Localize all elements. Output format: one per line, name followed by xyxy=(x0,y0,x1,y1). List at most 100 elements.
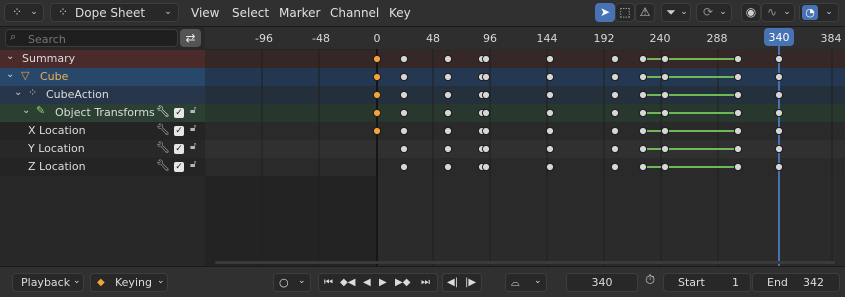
mute-checkbox[interactable]: ✓ xyxy=(174,126,184,136)
keyframe[interactable] xyxy=(443,90,453,100)
channel-summary[interactable]: ⌄ Summary xyxy=(0,50,205,68)
keyframe-selected[interactable] xyxy=(372,54,382,64)
keyframe-selected[interactable] xyxy=(372,72,382,82)
keyframe[interactable] xyxy=(660,108,670,118)
wrench-icon[interactable]: 🔧︎ xyxy=(156,123,170,136)
chevron-down-icon[interactable]: ⌄ xyxy=(14,87,22,98)
keyframe[interactable] xyxy=(733,108,743,118)
keyframe[interactable] xyxy=(481,144,491,154)
keyframe[interactable] xyxy=(774,54,784,64)
keyframe-selected[interactable] xyxy=(372,90,382,100)
proportional-editing-toggle[interactable]: ⟳ ⌄ xyxy=(696,3,732,22)
interpolation-dropdown[interactable]: ∿ ⌄ xyxy=(761,3,795,22)
keyframe[interactable] xyxy=(443,72,453,82)
keyframe[interactable] xyxy=(481,162,491,172)
keyframe[interactable] xyxy=(733,162,743,172)
jump-end-icon[interactable]: ⏭ xyxy=(421,274,430,291)
keyframe[interactable] xyxy=(660,54,670,64)
keyframe[interactable] xyxy=(443,126,453,136)
keyframe[interactable] xyxy=(545,90,555,100)
keyframe[interactable] xyxy=(774,108,784,118)
play-icon[interactable]: ▶ xyxy=(379,274,387,291)
keyframe[interactable] xyxy=(733,126,743,136)
keyframe[interactable] xyxy=(610,108,620,118)
keyframe-timeline[interactable]: -96 -48 0 48 96 144 192 240 288 384 340 xyxy=(205,27,845,266)
keyframe[interactable] xyxy=(660,144,670,154)
keyframe[interactable] xyxy=(443,54,453,64)
mute-checkbox[interactable]: ✓ xyxy=(174,162,184,172)
keyframe[interactable] xyxy=(774,126,784,136)
keyframe[interactable] xyxy=(545,144,555,154)
keyframe[interactable] xyxy=(733,54,743,64)
keying-menu[interactable]: ◆ Keying ⌄ xyxy=(90,273,168,292)
keyframe[interactable] xyxy=(399,162,409,172)
keyframe[interactable] xyxy=(443,162,453,172)
keyframe[interactable] xyxy=(638,162,648,172)
step-back-icon[interactable]: ◀| xyxy=(447,274,458,291)
lock-icon[interactable]: 🔓︎ xyxy=(190,141,201,155)
chevron-down-icon[interactable]: ⌄ xyxy=(22,105,30,116)
sync-mode-dropdown[interactable]: ⌓ ⌄ xyxy=(505,273,547,292)
keyframe[interactable] xyxy=(399,126,409,136)
wrench-icon[interactable]: 🔧︎ xyxy=(156,141,170,154)
keyframe[interactable] xyxy=(399,108,409,118)
keyframe[interactable] xyxy=(443,144,453,154)
keyframe[interactable] xyxy=(638,144,648,154)
only-selected-toggle[interactable]: ➤ xyxy=(595,3,615,22)
keyframe[interactable] xyxy=(481,108,491,118)
channel-y-location[interactable]: Y Location 🔧︎ ✓ 🔓︎ xyxy=(0,140,205,158)
filters-dropdown[interactable]: ⏷ ⌄ xyxy=(661,3,691,22)
keyframe[interactable] xyxy=(774,90,784,100)
keyframe[interactable] xyxy=(545,108,555,118)
keyframe[interactable] xyxy=(399,72,409,82)
keyframe[interactable] xyxy=(443,108,453,118)
keyframe-selected[interactable] xyxy=(372,126,382,136)
current-frame-field[interactable]: 340 xyxy=(566,273,638,292)
search-field[interactable]: ⌕ xyxy=(5,29,178,47)
keyframe[interactable] xyxy=(481,126,491,136)
step-forward-icon[interactable]: |▶ xyxy=(465,274,476,291)
keyframe[interactable] xyxy=(399,144,409,154)
keyframe[interactable] xyxy=(610,162,620,172)
keyframe[interactable] xyxy=(660,162,670,172)
keyframe[interactable] xyxy=(774,72,784,82)
mode-selector[interactable]: ⁘ Dope Sheet ⌄ xyxy=(50,3,179,22)
keyframe[interactable] xyxy=(638,72,648,82)
keyframe[interactable] xyxy=(545,162,555,172)
menu-select[interactable]: Select xyxy=(232,6,269,20)
channel-cube[interactable]: ⌄ ▽ Cube xyxy=(0,68,205,86)
jump-start-icon[interactable]: ⏮ xyxy=(324,274,333,291)
play-reverse-icon[interactable]: ◀ xyxy=(363,274,371,291)
end-frame-field[interactable]: End 342 xyxy=(752,273,840,292)
keyframe-selected[interactable] xyxy=(372,108,382,118)
lock-icon[interactable]: 🔓︎ xyxy=(190,105,201,119)
lock-icon[interactable]: 🔓︎ xyxy=(190,123,201,137)
keyframe[interactable] xyxy=(733,144,743,154)
keyframe[interactable] xyxy=(610,126,620,136)
mute-checkbox[interactable]: ✓ xyxy=(174,108,184,118)
keyframe[interactable] xyxy=(660,72,670,82)
lock-icon[interactable]: 🔓︎ xyxy=(190,159,201,173)
mute-checkbox[interactable]: ✓ xyxy=(174,144,184,154)
playback-menu[interactable]: Playback ⌄ xyxy=(12,273,84,292)
show-hidden-toggle[interactable]: ⬚ xyxy=(615,3,635,22)
frame-ruler[interactable] xyxy=(205,27,845,49)
menu-view[interactable]: View xyxy=(191,6,219,20)
keyframe[interactable] xyxy=(399,90,409,100)
channel-object-transforms[interactable]: ⌄ ✎ Object Transforms 🔧︎ ✓ 🔓︎ xyxy=(0,104,205,122)
wrench-icon[interactable]: 🔧︎ xyxy=(156,105,170,118)
search-input[interactable] xyxy=(26,31,178,47)
keyframe[interactable] xyxy=(610,90,620,100)
keyframe[interactable] xyxy=(545,54,555,64)
only-errors-toggle[interactable]: ⚠ xyxy=(635,3,655,22)
keyframe[interactable] xyxy=(660,126,670,136)
swap-filter-button[interactable]: ⇄ xyxy=(180,29,201,47)
menu-key[interactable]: Key xyxy=(389,6,411,20)
keyframe[interactable] xyxy=(638,54,648,64)
keyframe[interactable] xyxy=(638,90,648,100)
keyframe[interactable] xyxy=(638,108,648,118)
keyframe[interactable] xyxy=(774,162,784,172)
gizmo-dropdown[interactable]: ◔ ⌄ xyxy=(799,3,839,22)
keyframe[interactable] xyxy=(733,72,743,82)
keyframe[interactable] xyxy=(733,90,743,100)
